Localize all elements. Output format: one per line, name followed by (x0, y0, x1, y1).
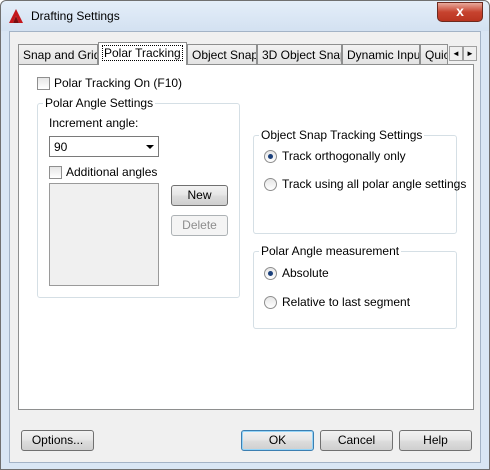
additional-angles-label: Additional angles (66, 165, 158, 179)
track-all-polar-radio[interactable] (264, 178, 277, 191)
tab-object-snap[interactable]: Object Snap (187, 44, 257, 64)
tab-3d-object-snap[interactable]: 3D Object Snap (257, 44, 342, 64)
increment-angle-select[interactable]: 90 (49, 136, 159, 157)
polar-angle-settings-title: Polar Angle Settings (43, 96, 156, 110)
relative-to-last-segment-radio[interactable] (264, 296, 277, 309)
relative-to-last-segment-label: Relative to last segment (282, 295, 411, 309)
polar-angle-measurement-group (253, 251, 457, 329)
absolute-label: Absolute (282, 266, 329, 280)
dialog-client-area: Snap and Grid Polar Tracking Object Snap… (9, 31, 481, 463)
absolute-radio[interactable] (264, 267, 277, 280)
polar-tracking-on-label: Polar Tracking On (F10) (54, 76, 183, 90)
title-bar[interactable]: Drafting Settings x (1, 1, 489, 31)
tab-scroll-left-icon[interactable]: ◄ (449, 46, 463, 61)
tab-strip: Snap and Grid Polar Tracking Object Snap… (18, 42, 477, 65)
chevron-down-icon (146, 145, 154, 149)
tab-snap-and-grid[interactable]: Snap and Grid (18, 44, 98, 64)
window-title: Drafting Settings (31, 9, 120, 23)
autocad-logo-icon (9, 9, 23, 23)
tab-quick-properties[interactable]: Quic (420, 44, 448, 64)
increment-angle-value: 90 (54, 140, 68, 154)
additional-angles-checkbox[interactable] (49, 166, 62, 179)
delete-angle-button[interactable]: Delete (171, 215, 228, 236)
close-button[interactable]: x (437, 2, 483, 22)
new-angle-button[interactable]: New (171, 185, 228, 206)
polar-angle-measurement-title: Polar Angle measurement (259, 244, 402, 258)
object-snap-tracking-title: Object Snap Tracking Settings (259, 128, 425, 142)
drafting-settings-dialog: Drafting Settings x Snap and Grid Polar … (0, 0, 490, 470)
track-all-polar-label: Track using all polar angle settings (282, 177, 467, 191)
tab-scroll-right-icon[interactable]: ► (463, 46, 477, 61)
track-orthogonally-radio[interactable] (264, 150, 277, 163)
options-button[interactable]: Options... (21, 430, 94, 451)
additional-angles-list[interactable] (49, 183, 159, 286)
help-button[interactable]: Help (399, 430, 472, 451)
tab-polar-tracking[interactable]: Polar Tracking (98, 42, 187, 65)
track-orthogonally-label: Track orthogonally only (282, 149, 406, 163)
polar-tracking-on-checkbox[interactable] (37, 77, 50, 90)
cancel-button[interactable]: Cancel (320, 430, 393, 451)
ok-button[interactable]: OK (241, 430, 314, 451)
polar-tracking-panel: Polar Tracking On (F10) Polar Angle Sett… (18, 64, 474, 410)
increment-angle-label: Increment angle: (49, 116, 139, 130)
close-icon: x (456, 3, 464, 19)
tab-dynamic-input[interactable]: Dynamic Input (342, 44, 420, 64)
